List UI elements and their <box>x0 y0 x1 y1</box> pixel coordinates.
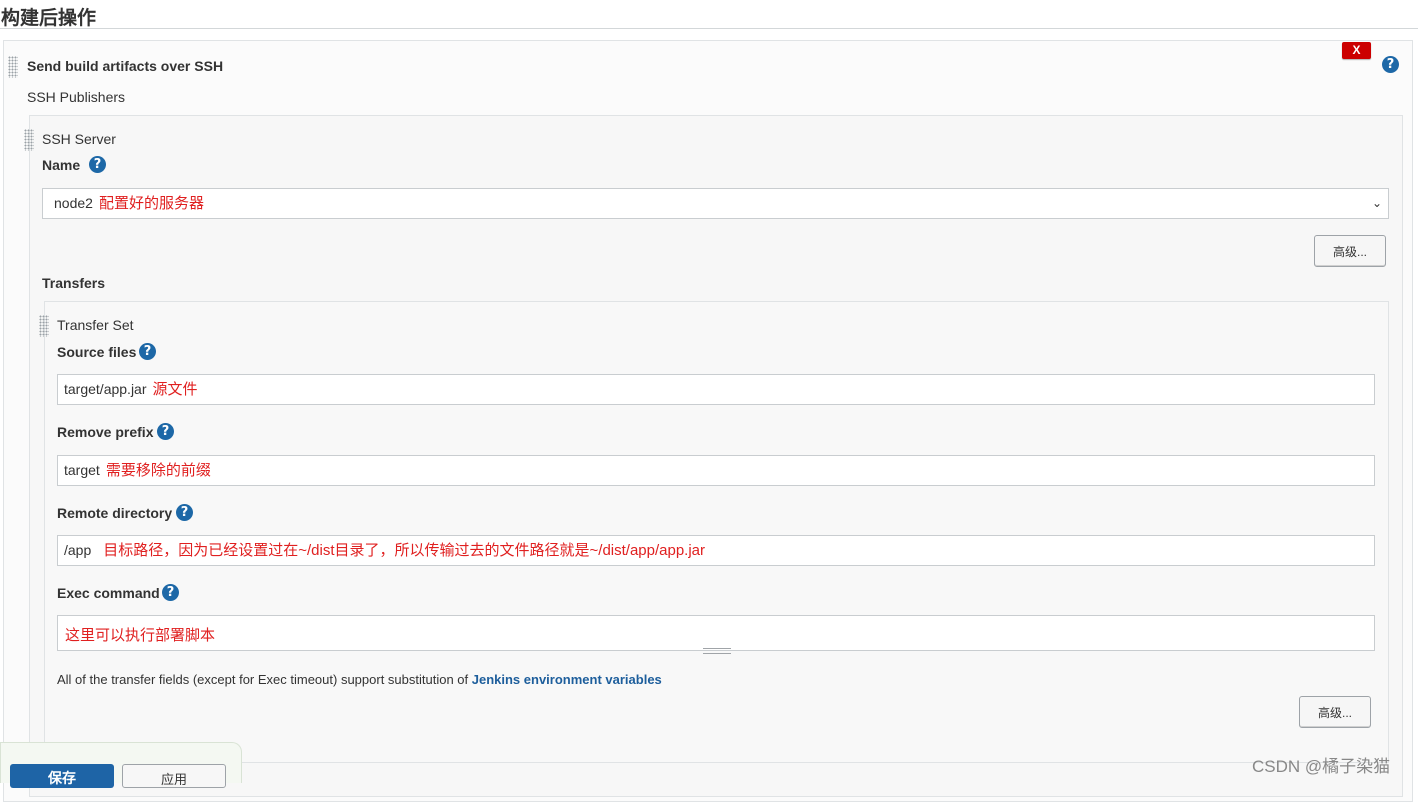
remote-directory-value: /app <box>64 542 92 558</box>
source-files-annotation: 源文件 <box>152 381 198 398</box>
remote-directory-label: Remote directory <box>57 505 173 521</box>
server-advanced-button[interactable]: 高级... <box>1314 235 1386 267</box>
step-title: Send build artifacts over SSH <box>27 58 224 74</box>
drag-handle-icon[interactable] <box>24 129 34 151</box>
delete-step-button[interactable]: X <box>1342 42 1371 59</box>
help-icon[interactable]: ? <box>176 504 193 521</box>
section-header: 构建后操作 <box>0 0 1418 29</box>
drag-handle-icon[interactable] <box>8 56 18 78</box>
transfer-set-panel <box>44 301 1389 763</box>
help-icon[interactable]: ? <box>139 343 156 360</box>
name-select[interactable]: node2 配置好的服务器 ⌄ <box>42 188 1389 219</box>
save-button[interactable]: 保存 <box>10 764 114 788</box>
help-icon[interactable]: ? <box>157 423 174 440</box>
source-files-value: target/app.jar <box>64 381 147 397</box>
chevron-down-icon: ⌄ <box>1371 196 1382 210</box>
remote-directory-annotation: 目标路径，因为已经设置过在~/dist目录了，所以传输过去的文件路径就是~/di… <box>103 542 706 559</box>
help-icon[interactable]: ? <box>162 584 179 601</box>
remove-prefix-label: Remove prefix <box>57 424 154 440</box>
source-files-input[interactable]: target/app.jar 源文件 <box>57 374 1375 405</box>
jenkins-env-vars-link[interactable]: Jenkins environment variables <box>472 672 662 687</box>
ssh-server-label: SSH Server <box>42 131 116 147</box>
transfers-label: Transfers <box>42 275 106 291</box>
remove-prefix-value: target <box>64 462 100 478</box>
apply-button[interactable]: 应用 <box>122 764 226 788</box>
ssh-publishers-label: SSH Publishers <box>27 89 126 105</box>
drag-handle-icon[interactable] <box>39 315 49 337</box>
remove-prefix-annotation: 需要移除的前缀 <box>105 462 211 479</box>
help-icon[interactable]: ? <box>1382 56 1399 73</box>
help-icon[interactable]: ? <box>89 156 106 173</box>
exec-command-annotation: 这里可以执行部署脚本 <box>65 627 216 644</box>
name-select-value: node2 <box>54 195 93 211</box>
remove-prefix-input[interactable]: target 需要移除的前缀 <box>57 455 1375 486</box>
transfer-note: All of the transfer fields (except for E… <box>57 672 662 687</box>
exec-command-label: Exec command <box>57 585 160 601</box>
transfer-advanced-button[interactable]: 高级... <box>1299 696 1371 728</box>
remote-directory-input[interactable]: /app 目标路径，因为已经设置过在~/dist目录了，所以传输过去的文件路径就是… <box>57 535 1375 566</box>
exec-command-textarea[interactable]: 这里可以执行部署脚本 <box>57 615 1375 651</box>
name-annotation: 配置好的服务器 <box>98 195 204 212</box>
transfer-note-text: All of the transfer fields (except for E… <box>57 672 472 687</box>
watermark: CSDN @橘子染猫 <box>1252 757 1391 776</box>
source-files-label: Source files <box>57 344 137 360</box>
transfer-set-label: Transfer Set <box>57 317 134 333</box>
section-title: 构建后操作 <box>1 8 97 29</box>
name-label: Name <box>42 157 81 173</box>
resize-grip-icon[interactable] <box>703 648 731 654</box>
